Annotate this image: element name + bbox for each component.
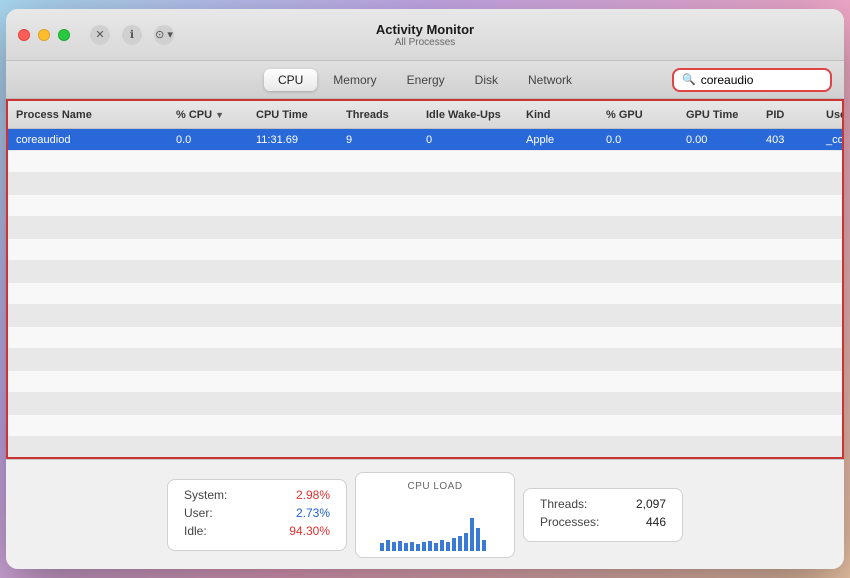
table-row[interactable]: coreaudiod 0.0 11:31.69 9 0 Apple 0.0 0.… (8, 129, 842, 151)
close-button[interactable] (18, 29, 30, 41)
tab-disk[interactable]: Disk (461, 69, 512, 91)
cpu-load-title: CPU LOAD (407, 481, 462, 492)
idle-value: 94.30% (289, 524, 330, 538)
titlebar: ✕ ℹ ⊙ ▾ Activity Monitor All Processes (6, 9, 844, 61)
col-cpu[interactable]: % CPU ▼ (168, 109, 248, 121)
search-input[interactable] (701, 73, 844, 87)
info-button[interactable]: ℹ (122, 25, 142, 45)
table-row-empty (8, 217, 842, 239)
table-row-empty (8, 261, 842, 283)
cell-kind: Apple (518, 134, 598, 146)
minimize-button[interactable] (38, 29, 50, 41)
table-row-empty (8, 371, 842, 393)
table-body: coreaudiod 0.0 11:31.69 9 0 Apple 0.0 0.… (8, 129, 842, 457)
titlebar-actions: ✕ ℹ ⊙ ▾ (90, 25, 174, 45)
stats-row-idle: Idle: 94.30% (184, 524, 330, 538)
table-row-empty (8, 151, 842, 173)
tab-cpu[interactable]: CPU (264, 69, 317, 91)
table-row-empty (8, 437, 842, 457)
table-row-empty (8, 349, 842, 371)
search-icon: 🔍 (682, 73, 696, 86)
stats-row-user: User: 2.73% (184, 506, 330, 520)
processes-label: Processes: (540, 515, 599, 529)
process-table: Process Name % CPU ▼ CPU Time Threads Id… (6, 99, 844, 459)
col-user[interactable]: User (818, 109, 844, 121)
processes-value: 446 (646, 515, 666, 529)
system-label: System: (184, 488, 227, 502)
user-label: User: (184, 506, 213, 520)
maximize-button[interactable] (58, 29, 70, 41)
app-subtitle: All Processes (376, 37, 474, 48)
table-row-empty (8, 283, 842, 305)
cell-cpu: 0.0 (168, 134, 248, 146)
col-gpu[interactable]: % GPU (598, 109, 678, 121)
toolbar: CPU Memory Energy Disk Network 🔍 ✕ (6, 61, 844, 99)
cell-gpu-time: 0.00 (678, 134, 758, 146)
tab-memory[interactable]: Memory (319, 69, 390, 91)
threads-value: 2,097 (636, 497, 666, 511)
cell-user: _coreaudiod (818, 134, 842, 146)
cell-cpu-time: 11:31.69 (248, 134, 338, 146)
user-value: 2.73% (296, 506, 330, 520)
table-row-empty (8, 173, 842, 195)
col-threads[interactable]: Threads (338, 109, 418, 121)
table-row-empty (8, 415, 842, 437)
close-process-button[interactable]: ✕ (90, 25, 110, 45)
col-pid[interactable]: PID (758, 109, 818, 121)
col-gpu-time[interactable]: GPU Time (678, 109, 758, 121)
more-options-button[interactable]: ⊙ ▾ (154, 25, 174, 45)
cell-pid: 403 (758, 134, 818, 146)
col-kind[interactable]: Kind (518, 109, 598, 121)
idle-label: Idle: (184, 524, 207, 538)
col-cpu-time[interactable]: CPU Time (248, 109, 338, 121)
cell-threads: 9 (338, 134, 418, 146)
empty-rows (8, 151, 842, 457)
cell-process-name: coreaudiod (8, 134, 168, 146)
table-row-empty (8, 239, 842, 261)
threads-row: Threads: 2,097 (540, 497, 666, 511)
system-value: 2.98% (296, 488, 330, 502)
threads-label: Threads: (540, 497, 587, 511)
threads-panel: Threads: 2,097 Processes: 446 (523, 488, 683, 542)
sort-arrow-icon: ▼ (215, 110, 224, 120)
tab-network[interactable]: Network (514, 69, 586, 91)
stats-row-system: System: 2.98% (184, 488, 330, 502)
col-process-name[interactable]: Process Name (8, 109, 168, 121)
cell-gpu: 0.0 (598, 134, 678, 146)
app-name: Activity Monitor (376, 22, 474, 37)
cpu-chart (372, 498, 498, 553)
processes-row: Processes: 446 (540, 515, 666, 529)
traffic-lights (18, 29, 70, 41)
table-row-empty (8, 327, 842, 349)
bottom-bar: System: 2.98% User: 2.73% Idle: 94.30% C… (6, 459, 844, 569)
search-box: 🔍 ✕ (672, 68, 832, 92)
table-row-empty (8, 393, 842, 415)
main-window: ✕ ℹ ⊙ ▾ Activity Monitor All Processes C… (6, 9, 844, 569)
tab-energy[interactable]: Energy (393, 69, 459, 91)
cpu-load-panel: CPU LOAD (355, 472, 515, 558)
titlebar-title: Activity Monitor All Processes (376, 22, 474, 48)
table-header: Process Name % CPU ▼ CPU Time Threads Id… (8, 101, 842, 129)
cell-idle-wakeups: 0 (418, 134, 518, 146)
table-row-empty (8, 305, 842, 327)
table-row-empty (8, 195, 842, 217)
col-idle-wakeups[interactable]: Idle Wake-Ups (418, 109, 518, 121)
stats-panel-cpu: System: 2.98% User: 2.73% Idle: 94.30% (167, 479, 347, 551)
